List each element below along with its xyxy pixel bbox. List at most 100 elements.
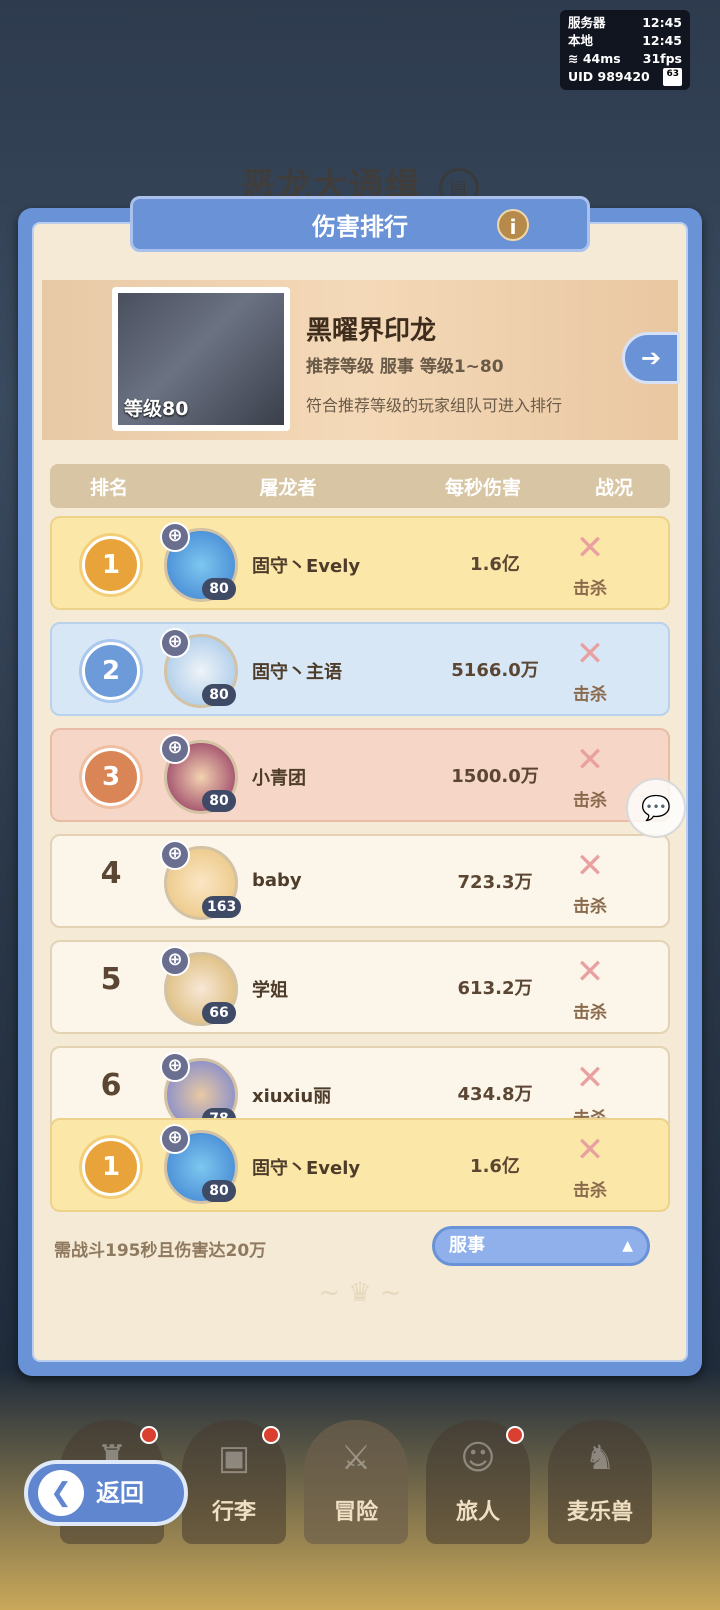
player-level: 80	[202, 684, 236, 706]
dragon-portrait-image: 等级80	[118, 293, 284, 425]
battle-status: 击杀	[573, 897, 607, 917]
battle-status: 击杀	[573, 685, 607, 705]
dragon-kill-icon: ✕	[575, 1130, 605, 1170]
info-icon[interactable]: i	[497, 209, 529, 241]
player-dps: 434.8万	[457, 1084, 533, 1105]
battle-status: 击杀	[573, 791, 607, 811]
caret-up-icon: ▲	[622, 1238, 633, 1254]
battle-status: 击杀	[573, 1003, 607, 1023]
gold-medal-icon: 1	[82, 1138, 140, 1196]
player-level: 163	[202, 896, 242, 918]
player-name: 固守丶Evely	[252, 1158, 361, 1179]
notification-dot	[506, 1426, 524, 1444]
table-row[interactable]: 5 ⊕ 66 学姐 613.2万 ✕ 击杀	[50, 940, 670, 1034]
gold-medal-icon: 1	[82, 536, 140, 594]
table-row[interactable]: 1 ⊕ 80 固守丶Evely 1.6亿 ✕ 击杀	[50, 1118, 670, 1212]
header-dps: 每秒伤害	[444, 476, 521, 499]
fps-value: 31fps	[642, 51, 682, 66]
back-arrow-icon: ❮	[38, 1470, 84, 1516]
local-time: 12:45	[642, 33, 682, 48]
boss-recommend: 推荐等级 服事 等级1~80	[306, 357, 504, 377]
table-row[interactable]: 2 ⊕ 80 固守丶主语 5166.0万 ✕ 击杀	[50, 622, 670, 716]
boss-portrait: 等级80	[112, 287, 290, 431]
status-overlay: 服务器 12:45 本地 12:45 ≋ 44ms 31fps UID 989420 6…	[560, 10, 690, 90]
ping-value: ≋ 44ms	[568, 51, 621, 66]
player-name: xiuxiu丽	[252, 1086, 332, 1107]
arrow-right-icon: ➔	[640, 344, 662, 372]
dragon-kill-icon: ✕	[575, 528, 605, 568]
nav-label: 旅人	[455, 1500, 500, 1525]
guild-badge-icon: ⊕	[160, 840, 190, 870]
battle-status: 击杀	[573, 579, 607, 599]
dragon-kill-icon: ✕	[575, 634, 605, 674]
local-label: 本地	[568, 33, 594, 48]
guild-badge-icon: ⊕	[160, 946, 190, 976]
dragon-kill-icon: ✕	[575, 846, 605, 886]
nav-label: 行李	[211, 1500, 256, 1525]
table-row[interactable]: 1 ⊕ 80 固守丶Evely 1.6亿 ✕ 击杀	[50, 516, 670, 610]
battery-icon: 63	[663, 68, 682, 86]
table-row[interactable]: 4 ⊕ 163 baby 723.3万 ✕ 击杀	[50, 834, 670, 928]
player-dps: 1.6亿	[470, 1156, 520, 1177]
notification-dot	[140, 1426, 158, 1444]
battle-status: 击杀	[573, 1181, 607, 1201]
rank-number: 4	[100, 856, 122, 891]
player-name: 学姐	[252, 980, 288, 1001]
server-label: 服务器	[568, 15, 606, 30]
player-name: 固守丶Evely	[252, 556, 361, 577]
nav-item-bag[interactable]: ▣ 行李	[182, 1420, 286, 1544]
rank-number: 5	[100, 962, 122, 997]
player-dps: 5166.0万	[451, 660, 539, 681]
player-name: 小青团	[252, 768, 306, 789]
server-time: 12:45	[642, 15, 682, 30]
chat-icon[interactable]: 💬	[626, 778, 686, 838]
player-name: baby	[252, 870, 302, 891]
boss-name: 黑曜界印龙	[306, 316, 437, 346]
silver-medal-icon: 2	[82, 642, 140, 700]
nav-label: 冒险	[333, 1500, 378, 1525]
header-status: 战况	[594, 476, 633, 499]
player-level: 80	[202, 578, 236, 600]
guild-badge-icon: ⊕	[160, 1052, 190, 1082]
ornament-icon: ~ ♛ ~	[318, 1278, 402, 1308]
swords-icon: ⚔	[340, 1438, 372, 1478]
uid-value: UID 989420	[568, 69, 650, 84]
server-select-value: 服事	[449, 1235, 485, 1256]
player-level: 80	[202, 1180, 236, 1202]
player-dps: 723.3万	[457, 872, 533, 893]
dragon-kill-icon: ✕	[575, 1058, 605, 1098]
requirement-text: 需战斗195秒且伤害达20万	[54, 1241, 267, 1261]
boss-level: 等级80	[124, 398, 189, 420]
panel-title-ribbon: 伤害排行 i	[130, 196, 590, 252]
nav-item-adventure[interactable]: ⚔ 冒险	[304, 1420, 408, 1544]
back-button[interactable]: ❮ 返回	[24, 1460, 188, 1526]
ranking-list[interactable]: 1 ⊕ 80 固守丶Evely 1.6亿 ✕ 击杀 2 ⊕ 80 固守丶主语 5…	[50, 516, 670, 1138]
table-row[interactable]: 3 ⊕ 80 小青团 1500.0万 ✕ 击杀	[50, 728, 670, 822]
player-level: 80	[202, 790, 236, 812]
header-rank: 排名	[89, 476, 128, 499]
server-select[interactable]: 服事 ▲	[432, 1226, 650, 1266]
boss-note: 符合推荐等级的玩家组队可进入排行	[306, 396, 563, 415]
back-label: 返回	[96, 1479, 144, 1507]
header-player: 屠龙者	[259, 476, 317, 499]
nav-label: 麦乐兽	[566, 1500, 633, 1525]
guild-badge-icon: ⊕	[160, 628, 190, 658]
dragon-kill-icon: ✕	[575, 952, 605, 992]
ranking-table-header: 排名 屠龙者 每秒伤害 战况	[50, 464, 670, 508]
panel-title: 伤害排行	[312, 212, 408, 241]
player-dps: 1.6亿	[470, 554, 520, 575]
nav-item-traveler[interactable]: ☺ 旅人	[426, 1420, 530, 1544]
guild-badge-icon: ⊕	[160, 734, 190, 764]
bronze-medal-icon: 3	[82, 748, 140, 806]
nav-item-pet[interactable]: ♞ 麦乐兽	[548, 1420, 652, 1544]
dragon-kill-icon: ✕	[575, 740, 605, 780]
next-boss-button[interactable]: ➔	[622, 332, 680, 384]
pet-icon: ♞	[584, 1438, 616, 1478]
player-dps: 613.2万	[457, 978, 533, 999]
player-dps: 1500.0万	[451, 766, 539, 787]
rank-number: 6	[100, 1068, 122, 1103]
guild-badge-icon: ⊕	[160, 522, 190, 552]
player-name: 固守丶主语	[252, 662, 342, 683]
guild-badge-icon: ⊕	[160, 1124, 190, 1154]
player-level: 66	[202, 1002, 236, 1024]
